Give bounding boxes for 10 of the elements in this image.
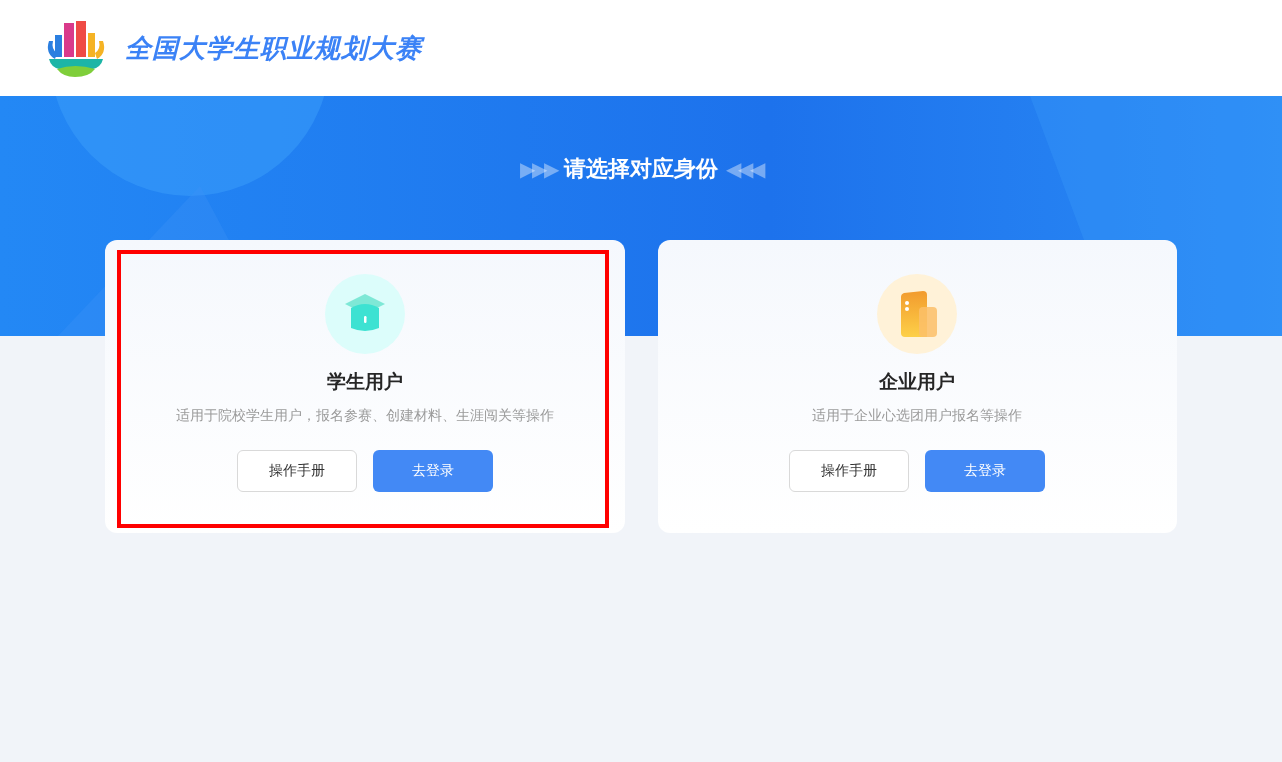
manual-button[interactable]: 操作手册 <box>236 449 357 492</box>
arrow-decoration: ◀◀◀ <box>726 156 762 182</box>
section-heading: 请选择对应身份 <box>564 155 718 183</box>
card-title: 学生用户 <box>326 370 403 394</box>
manual-button[interactable]: 操作手册 <box>789 449 910 492</box>
card-description: 适用于企业心选团用户报名等操作 <box>812 405 1023 425</box>
arrow-decoration: ▶▶▶ <box>520 156 556 182</box>
logo-icon <box>45 19 107 77</box>
card-title: 企业用户 <box>879 370 956 394</box>
card-description: 适用于院校学生用户，报名参赛、创建材料、生涯闯关等操作 <box>175 405 554 425</box>
